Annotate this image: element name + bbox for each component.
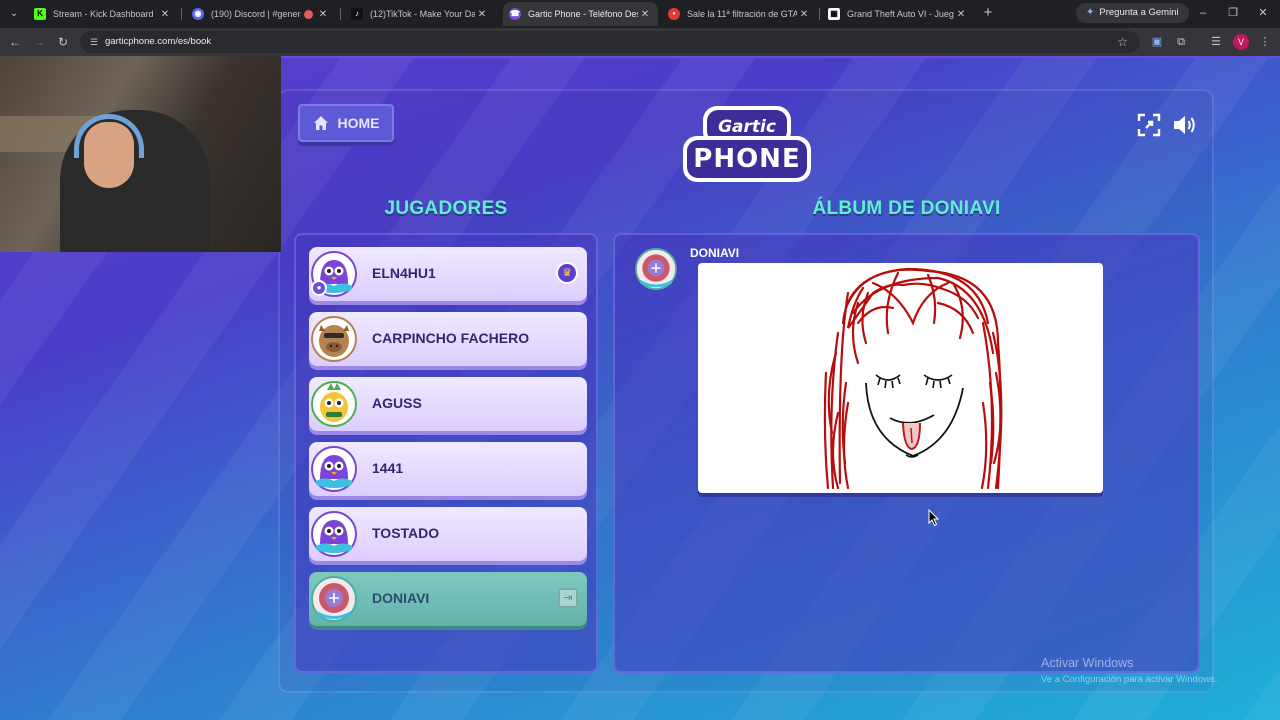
close-tab-icon[interactable]: ✕ — [158, 9, 172, 20]
players-panel: ● ELN4HU1 ♛ CARPINCHO FACHERO AGUSS 1441… — [294, 233, 598, 673]
tab-gta-games[interactable]: ▦ Grand Theft Auto VI - Juegos d ✕ — [822, 2, 974, 26]
close-window-icon[interactable]: ✕ — [1254, 5, 1272, 21]
close-tab-icon[interactable]: ✕ — [638, 9, 652, 20]
player-item-carpincho-fachero[interactable]: CARPINCHO FACHERO — [309, 312, 587, 366]
gemini-sparkle-icon: ✦ — [1086, 7, 1095, 18]
player-avatar — [311, 446, 357, 492]
browser-tab-strip: ⌄ K Stream - Kick Dashboard ✕ ◉ (190) Di… — [0, 0, 1280, 28]
album-author-avatar — [635, 248, 677, 290]
player-item-tostado[interactable]: TOSTADO — [309, 507, 587, 561]
new-tab-plus-icon[interactable]: + — [980, 5, 996, 21]
crown-icon: ♛ — [556, 262, 578, 284]
players-title: JUGADORES — [384, 198, 508, 219]
bookmark-star-icon[interactable]: ☆ — [1117, 34, 1128, 50]
tab-gta-news[interactable]: • Sale la 11ª filtración de GTA VI ✕ — [662, 2, 817, 26]
minimize-icon[interactable]: – — [1194, 5, 1212, 21]
logo-text-bottom: PHONE — [687, 140, 807, 178]
home-icon — [313, 115, 329, 131]
reload-icon[interactable]: ↻ — [55, 34, 71, 50]
webcam-overlay — [0, 56, 281, 252]
player-avatar — [311, 316, 357, 362]
windows-activation-watermark: Activar Windows Ve a Configuración para … — [1041, 656, 1217, 685]
tab-kick-dashboard[interactable]: K Stream - Kick Dashboard ✕ — [28, 2, 178, 26]
profile-avatar[interactable]: V — [1233, 34, 1249, 50]
close-tab-icon[interactable]: ✕ — [797, 9, 811, 20]
player-name: AGUSS — [372, 395, 422, 411]
browser-toolbar: ← → ↻ ☰ garticphone.com/es/book ☆ ▣ ⧉ ☰ … — [0, 28, 1280, 56]
album-title: ÁLBUM DE DONIAVI — [812, 198, 1001, 219]
gemini-label: Pregunta a Gemini — [1099, 7, 1179, 18]
tab-title: Sale la 11ª filtración de GTA VI — [687, 9, 797, 19]
kick-icon: K — [34, 8, 46, 20]
player-item-aguss[interactable]: AGUSS — [309, 377, 587, 431]
tab-title: Grand Theft Auto VI - Juegos d — [847, 9, 954, 19]
player-name: TOSTADO — [372, 525, 440, 541]
tiktok-icon: ♪ — [351, 8, 363, 20]
close-tab-icon[interactable]: ✕ — [316, 9, 330, 20]
player-avatar — [311, 511, 357, 557]
album-drawing — [698, 263, 1103, 493]
album-author-name: DONIAVI — [690, 246, 740, 260]
doc-icon: ▦ — [828, 8, 840, 20]
address-bar[interactable]: ☰ garticphone.com/es/book ☆ — [80, 31, 1140, 53]
extensions-puzzle-icon[interactable]: ⧉ — [1173, 34, 1189, 50]
player-name: ELN4HU1 — [372, 265, 436, 281]
url-text[interactable]: garticphone.com/es/book — [105, 31, 211, 53]
tab-title: (190) Discord | #general | M — [211, 9, 301, 19]
close-tab-icon[interactable]: ✕ — [954, 9, 968, 20]
host-user-icon: ● — [311, 280, 327, 296]
ask-gemini-button[interactable]: ✦ Pregunta a Gemini — [1076, 3, 1189, 23]
gartic-phone-page: HOME Gartic PHONE JUGADORES ÁLBUM DE DON… — [0, 56, 1280, 720]
recording-icon — [304, 9, 313, 19]
media-control-icon[interactable]: ☰ — [1208, 34, 1224, 50]
watermark-line-1: Activar Windows — [1041, 656, 1134, 670]
player-item-doniavi[interactable]: DONIAVI ⇥ — [309, 572, 587, 626]
home-label: HOME — [337, 115, 380, 131]
leave-icon[interactable]: ⇥ — [558, 588, 578, 608]
album-panel: DONIAVI — [613, 233, 1200, 673]
fullscreen-icon[interactable] — [1136, 112, 1162, 138]
player-avatar — [311, 576, 357, 622]
tab-title: Gartic Phone - Teléfono Desco — [528, 9, 638, 19]
tab-tiktok[interactable]: ♪ (12)TikTok - Make Your Day ✕ — [345, 2, 495, 26]
tab-title: Stream - Kick Dashboard — [53, 9, 154, 19]
player-item-1441[interactable]: 1441 — [309, 442, 587, 496]
close-tab-icon[interactable]: ✕ — [475, 9, 489, 20]
watermark-line-2: Ve a Configuración para activar Windows. — [1041, 674, 1218, 685]
back-arrow-icon[interactable]: ← — [7, 34, 23, 50]
home-button[interactable]: HOME — [298, 104, 394, 142]
more-menu-icon[interactable]: ⋮ — [1257, 34, 1273, 50]
discord-icon: ◉ — [192, 8, 204, 20]
player-name: CARPINCHO FACHERO — [372, 330, 530, 346]
volume-icon[interactable] — [1171, 112, 1197, 138]
player-name: DONIAVI — [372, 590, 430, 606]
tab-title: (12)TikTok - Make Your Day — [370, 9, 475, 19]
extension-icon[interactable]: ▣ — [1149, 34, 1165, 50]
gartic-phone-logo: Gartic PHONE — [683, 106, 811, 182]
restore-icon[interactable]: ❐ — [1224, 5, 1242, 21]
mouse-cursor-icon — [928, 509, 940, 527]
tab-gartic-phone[interactable]: ☎ Gartic Phone - Teléfono Desco ✕ — [503, 2, 658, 26]
news-icon: • — [668, 8, 680, 20]
player-name: 1441 — [372, 460, 404, 476]
gartic-icon: ☎ — [509, 8, 521, 20]
player-item-eln4hu1[interactable]: ● ELN4HU1 ♛ — [309, 247, 587, 301]
face-drawing-image — [823, 267, 1003, 490]
forward-arrow-icon[interactable]: → — [31, 34, 47, 50]
tab-discord[interactable]: ◉ (190) Discord | #general | M ✕ — [186, 2, 336, 26]
site-info-icon[interactable]: ☰ — [88, 36, 100, 48]
tab-search-chevron-icon[interactable]: ⌄ — [6, 6, 22, 22]
player-avatar — [311, 381, 357, 427]
